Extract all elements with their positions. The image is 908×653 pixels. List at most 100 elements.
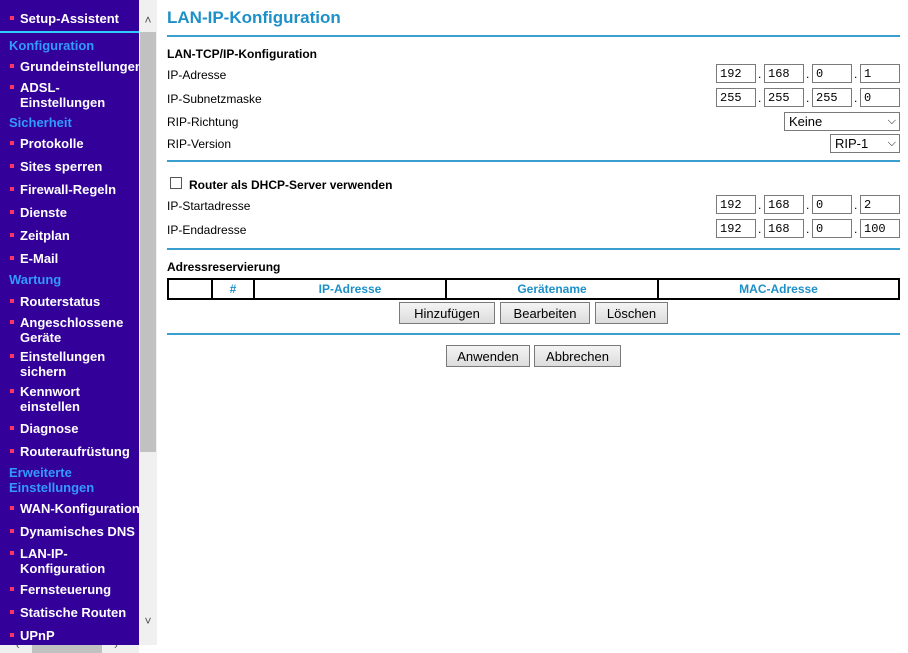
scrollbar-thumb[interactable] — [140, 32, 156, 452]
delete-button[interactable]: Löschen — [595, 302, 668, 324]
sidebar-item-dienste[interactable]: Dienste — [10, 205, 67, 220]
sidebar-item-routerstatus[interactable]: Routerstatus — [10, 294, 100, 309]
sidebar-item-label: E-Mail — [20, 251, 59, 266]
scroll-up-icon[interactable]: ˄ — [139, 11, 157, 29]
divider — [167, 160, 900, 162]
ip-dot: . — [758, 222, 762, 236]
sidebar-horizontal-scrollbar[interactable]: ‹ › — [0, 645, 139, 653]
rip-version-value: RIP-1 — [835, 136, 869, 151]
end-octet-3-input[interactable]: 0 — [812, 219, 852, 238]
rip-direction-value: Keine — [789, 114, 823, 129]
ip-dot: . — [854, 91, 858, 105]
sidebar-item-kennwort-einstellen[interactable]: Kennwort einstellen — [10, 384, 138, 414]
rip-version-label: RIP-Version — [167, 137, 232, 151]
sidebar-item-label: ADSL-Einstellungen — [20, 80, 106, 110]
edit-button[interactable]: Bearbeiten — [500, 302, 590, 324]
ip-octet-3-input[interactable]: 0 — [812, 64, 852, 83]
sidebar-item-e-mail[interactable]: E-Mail — [10, 251, 59, 266]
sidebar-item-protokolle[interactable]: Protokolle — [10, 136, 84, 151]
ip-end-address-label: IP-Endadresse — [167, 223, 247, 237]
sidebar-item-dynamisches-dns[interactable]: Dynamisches DNS — [10, 524, 135, 539]
bullet-icon — [10, 587, 14, 591]
mask-octet-2-input[interactable]: 255 — [764, 88, 804, 107]
subnet-mask-label: IP-Subnetzmaske — [167, 92, 262, 106]
start-octet-3-input[interactable]: 0 — [812, 195, 852, 214]
sidebar-item-adsl[interactable]: ADSL-Einstellungen — [10, 80, 138, 110]
sidebar-item-label: Firewall-Regeln — [20, 182, 117, 197]
sidebar-vertical-scrollbar[interactable]: ˄ ˅ — [139, 0, 157, 645]
rip-direction-select[interactable]: Keine ⌵ — [784, 112, 900, 131]
sidebar-item-wan-konfiguration[interactable]: WAN-Konfiguration — [10, 501, 139, 516]
mask-octet-4-input[interactable]: 0 — [860, 88, 900, 107]
ip-octet-2-input[interactable]: 168 — [764, 64, 804, 83]
sidebar-item-routeraufruestung[interactable]: Routeraufrüstung — [10, 444, 130, 459]
ip-octet-1-input[interactable]: 192 — [716, 64, 756, 83]
mask-octet-1-input[interactable]: 255 — [716, 88, 756, 107]
sidebar-item-label: Diagnose — [20, 421, 79, 436]
ip-dot: . — [758, 67, 762, 81]
bullet-icon — [10, 320, 14, 324]
table-header-select — [167, 278, 213, 300]
sidebar-item-setup-assistent[interactable]: Setup-Assistent — [10, 11, 119, 26]
add-button[interactable]: Hinzufügen — [399, 302, 495, 324]
bullet-icon — [10, 141, 14, 145]
scroll-right-icon[interactable]: › — [114, 645, 118, 652]
ip-dot: . — [806, 222, 810, 236]
apply-button[interactable]: Anwenden — [446, 345, 530, 367]
sidebar-item-label: Angeschlossene Geräte — [20, 315, 124, 345]
sidebar-item-label: Statische Routen — [20, 605, 127, 620]
sidebar-item-sites-sperren[interactable]: Sites sperren — [10, 159, 102, 174]
sidebar-item-label: LAN-IP-Konfiguration — [20, 546, 106, 576]
dhcp-server-label: Router als DHCP-Server verwenden — [189, 178, 393, 192]
sidebar-item-label: Zeitplan — [20, 228, 70, 243]
scroll-down-icon[interactable]: ˅ — [139, 612, 157, 630]
table-header-row: # IP-Adresse Gerätename MAC-Adresse — [167, 278, 900, 300]
sidebar-item-statische-routen[interactable]: Statische Routen — [10, 605, 127, 620]
section-title-lan-tcp-ip: LAN-TCP/IP-Konfiguration — [167, 47, 317, 61]
scrollbar-thumb[interactable] — [32, 645, 102, 653]
sidebar-item-label: Setup-Assistent — [20, 11, 119, 26]
sidebar-item-label: Fernsteuerung — [20, 582, 112, 597]
rip-version-select[interactable]: RIP-1 ⌵ — [830, 134, 900, 153]
sidebar-item-label: Routeraufrüstung — [20, 444, 130, 459]
sidebar-item-fernsteuerung[interactable]: Fernsteuerung — [10, 582, 112, 597]
mask-octet-3-input[interactable]: 255 — [812, 88, 852, 107]
bullet-icon — [10, 299, 14, 303]
chevron-down-icon: ⌵ — [887, 137, 896, 149]
scroll-left-icon[interactable]: ‹ — [16, 645, 20, 652]
ip-start-address-label: IP-Startadresse — [167, 199, 251, 213]
sidebar-item-label: Grundeinstellungen — [20, 59, 139, 74]
sidebar-item-diagnose[interactable]: Diagnose — [10, 421, 79, 436]
ip-octet-4-input[interactable]: 1 — [860, 64, 900, 83]
sidebar-item-angeschlossene-geraete[interactable]: Angeschlossene Geräte — [10, 315, 138, 345]
sidebar-item-label: WAN-Konfiguration — [20, 501, 139, 516]
bullet-icon — [10, 64, 14, 68]
bullet-icon — [10, 389, 14, 393]
sidebar-item-upnp[interactable]: UPnP — [10, 628, 55, 643]
section-title-address-reservation: Adressreservierung — [167, 260, 281, 274]
cancel-button[interactable]: Abbrechen — [534, 345, 621, 367]
end-octet-2-input[interactable]: 168 — [764, 219, 804, 238]
bullet-icon — [10, 610, 14, 614]
end-octet-4-input[interactable]: 100 — [860, 219, 900, 238]
sidebar-item-lan-ip-konfiguration[interactable]: LAN-IP-Konfiguration — [10, 546, 138, 576]
sidebar-section-sicherheit: Sicherheit — [9, 115, 72, 130]
bullet-icon — [10, 633, 14, 637]
bullet-icon — [10, 449, 14, 453]
sidebar-item-label: Einstellungen sichern — [20, 349, 106, 379]
chevron-down-icon: ⌵ — [887, 115, 896, 127]
sidebar-item-zeitplan[interactable]: Zeitplan — [10, 228, 70, 243]
ip-dot: . — [806, 198, 810, 212]
start-octet-4-input[interactable]: 2 — [860, 195, 900, 214]
page-title: LAN-IP-Konfiguration — [167, 8, 341, 27]
dhcp-server-checkbox[interactable] — [170, 177, 182, 189]
start-octet-2-input[interactable]: 168 — [764, 195, 804, 214]
sidebar-item-grundeinstellungen[interactable]: Grundeinstellungen — [10, 59, 139, 74]
sidebar-item-firewall-regeln[interactable]: Firewall-Regeln — [10, 182, 117, 197]
ip-dot: . — [758, 91, 762, 105]
bullet-icon — [10, 426, 14, 430]
sidebar-item-einstellungen-sichern[interactable]: Einstellungen sichern — [10, 349, 138, 379]
sidebar-section-wartung: Wartung — [9, 272, 62, 287]
end-octet-1-input[interactable]: 192 — [716, 219, 756, 238]
start-octet-1-input[interactable]: 192 — [716, 195, 756, 214]
